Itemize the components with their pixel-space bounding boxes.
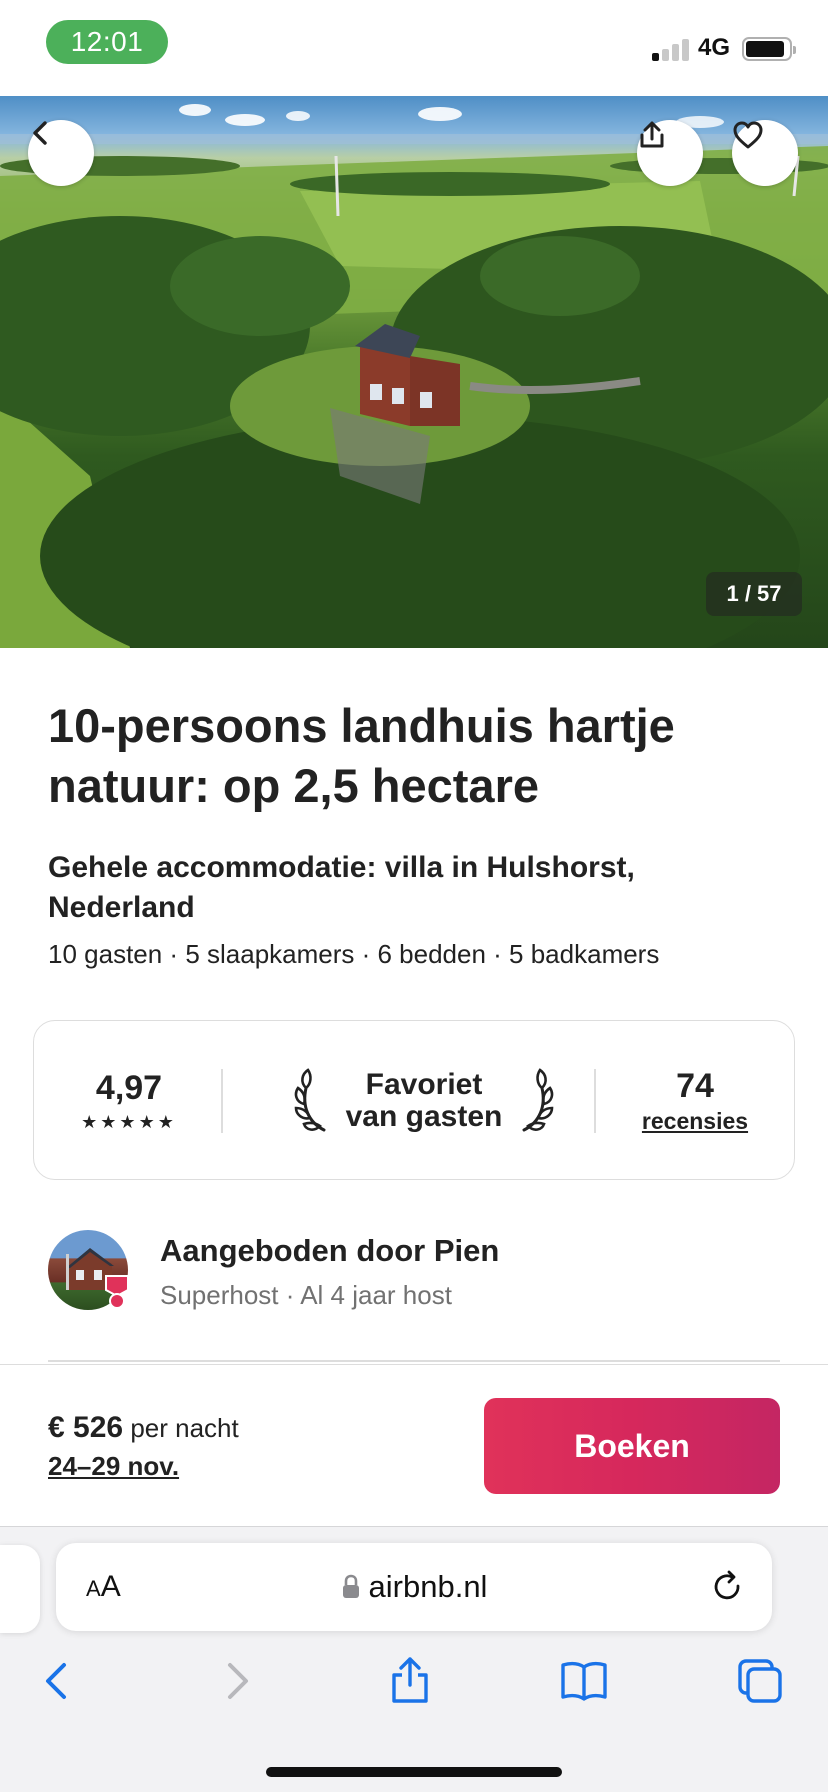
rating-score: 4,97 bbox=[95, 1069, 163, 1107]
review-count: 74 bbox=[676, 1067, 714, 1105]
back-icon[interactable] bbox=[32, 1655, 84, 1707]
guest-favorite-badge: Favoriet van gasten bbox=[268, 1021, 580, 1181]
reviews-link[interactable]: 74 recensies bbox=[596, 1021, 794, 1181]
url-text: airbnb.nl bbox=[368, 1569, 488, 1604]
lock-icon bbox=[342, 1574, 359, 1598]
host-name: Aangeboden door Pien bbox=[160, 1233, 500, 1268]
share-icon[interactable] bbox=[384, 1655, 436, 1707]
status-time[interactable]: 12:01 bbox=[46, 20, 168, 64]
browser-toolbar: AA airbnb.nl bbox=[0, 1526, 828, 1792]
rating-summary: 4,97 ★★★★★ bbox=[34, 1021, 224, 1181]
address-bar[interactable]: AA airbnb.nl bbox=[56, 1543, 772, 1631]
host-summary[interactable]: Aangeboden door Pien Superhost · Al 4 ja… bbox=[48, 1228, 788, 1312]
laurel-left-icon bbox=[294, 1068, 326, 1132]
host-meta: Superhost · Al 4 jaar host bbox=[160, 1280, 452, 1310]
landscape-illustration bbox=[0, 104, 828, 648]
guest-favorite-card[interactable]: 4,97 ★★★★★ Favoriet van gasten 74 recens… bbox=[33, 1020, 795, 1180]
price-line: € 526 per nacht bbox=[48, 1410, 239, 1446]
star-rating-icon: ★★★★★ bbox=[81, 1112, 177, 1132]
guest-favorite-line2: van gasten bbox=[345, 1100, 503, 1133]
share-button[interactable] bbox=[637, 120, 703, 186]
listing-subtitle: Gehele accommodatie: villa in Hulshorst,… bbox=[48, 851, 635, 924]
price-unit: per nacht bbox=[130, 1413, 239, 1443]
share-icon bbox=[640, 121, 664, 148]
booking-footer: € 526 per nacht 24–29 nov. Boeken bbox=[0, 1364, 828, 1526]
bookmarks-icon[interactable] bbox=[558, 1655, 610, 1707]
listing-title: 10-persoons landhuis hartje natuur: op 2… bbox=[48, 699, 675, 812]
reviews-label[interactable]: recensies bbox=[642, 1107, 748, 1135]
heart-icon bbox=[733, 121, 763, 149]
guest-favorite-label: Favoriet van gasten bbox=[334, 1069, 515, 1133]
guest-favorite-line1: Favoriet bbox=[365, 1068, 483, 1101]
nightly-price: € 526 bbox=[48, 1411, 124, 1444]
selected-dates[interactable]: 24–29 nov. bbox=[48, 1449, 179, 1483]
laurel-right-icon bbox=[522, 1068, 554, 1132]
forward-icon[interactable] bbox=[210, 1655, 262, 1707]
chevron-left-icon bbox=[33, 121, 47, 145]
home-indicator[interactable] bbox=[266, 1767, 562, 1777]
superhost-badge-icon bbox=[105, 1275, 129, 1309]
photo-counter: 1 / 57 bbox=[706, 572, 802, 616]
listing-details: 10 gasten · 5 slaapkamers · 6 bedden · 5… bbox=[48, 939, 660, 969]
book-button[interactable]: Boeken bbox=[484, 1398, 780, 1494]
section-divider bbox=[48, 1360, 780, 1362]
save-favorite-button[interactable] bbox=[732, 120, 798, 186]
network-type: 4G bbox=[698, 34, 731, 61]
cellular-signal-icon bbox=[652, 37, 690, 61]
previous-tab-peek[interactable] bbox=[0, 1545, 40, 1633]
divider bbox=[221, 1069, 223, 1133]
back-button[interactable] bbox=[28, 120, 94, 186]
tabs-icon[interactable] bbox=[734, 1655, 786, 1707]
url-display[interactable]: airbnb.nl bbox=[56, 1543, 772, 1631]
listing-photo[interactable]: 1 / 57 bbox=[0, 96, 828, 648]
battery-icon bbox=[742, 37, 796, 61]
status-bar: 12:01 4G bbox=[0, 0, 828, 96]
reload-icon[interactable] bbox=[710, 1569, 746, 1605]
